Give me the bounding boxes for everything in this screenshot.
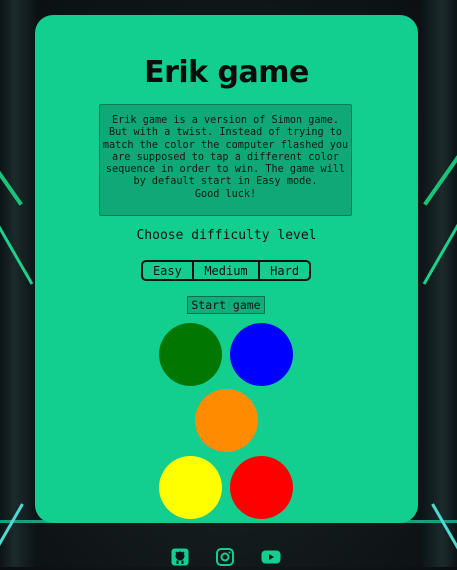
- difficulty-hard-button[interactable]: Hard: [258, 262, 309, 279]
- instagram-icon[interactable]: [216, 548, 234, 566]
- blue-pad[interactable]: [230, 323, 293, 386]
- green-pad[interactable]: [159, 323, 222, 386]
- difficulty-medium-button[interactable]: Medium: [191, 262, 258, 279]
- description-text: Erik game is a version of Simon game. Bu…: [102, 115, 349, 188]
- difficulty-easy-button[interactable]: Easy: [143, 262, 192, 279]
- orange-pad[interactable]: [195, 389, 258, 452]
- github-icon[interactable]: [171, 548, 189, 566]
- difficulty-selector: Easy Medium Hard: [141, 260, 311, 281]
- game-description: Erik game is a version of Simon game. Bu…: [99, 104, 352, 216]
- red-pad[interactable]: [230, 456, 293, 519]
- good-luck-text: Good luck!: [194, 188, 257, 200]
- youtube-icon[interactable]: [261, 548, 281, 566]
- difficulty-heading: Choose difficulty level: [136, 228, 317, 243]
- yellow-pad[interactable]: [159, 456, 222, 519]
- game-card: Erik game Erik game is a version of Simo…: [35, 15, 418, 523]
- game-title: Erik game: [144, 55, 309, 90]
- start-game-button[interactable]: Start game: [187, 296, 265, 314]
